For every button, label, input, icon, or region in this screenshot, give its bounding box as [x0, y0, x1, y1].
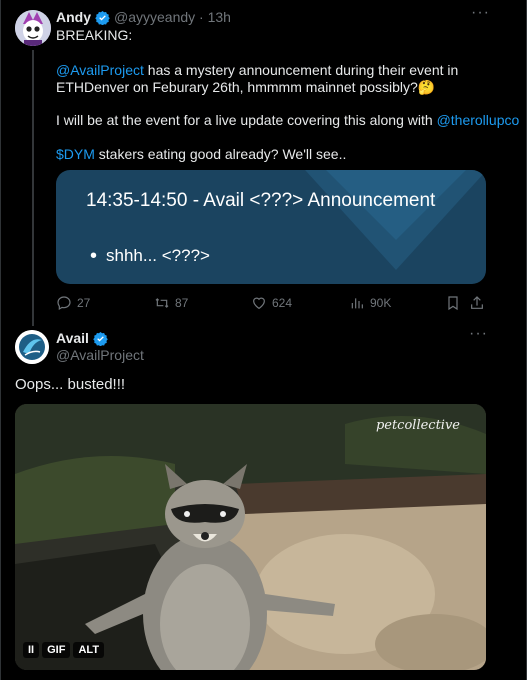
author-handle[interactable]: @AvailProject	[56, 347, 144, 363]
mention-link[interactable]: @therollupco	[437, 112, 520, 128]
thread-line	[32, 50, 34, 326]
cashtag-link[interactable]: $DYM	[56, 146, 95, 162]
more-options-icon[interactable]: ···	[471, 4, 490, 22]
author-name[interactable]: Andy	[56, 9, 91, 25]
tweet-header: Andy @ayyyeandy · 13h	[56, 9, 231, 25]
reply-count: 27	[77, 296, 91, 310]
retweet-icon	[155, 298, 169, 308]
separator-dot: ·	[195, 9, 208, 25]
tweet-text-line: $DYM stakers eating good already? We'll …	[56, 146, 346, 163]
gif-controls: II GIF ALT	[23, 642, 105, 658]
timeline: Andy @ayyyeandy · 13h ··· BREAKING: @Ava…	[0, 0, 527, 680]
decorative-triangle	[305, 170, 486, 270]
gif-badge: GIF	[42, 642, 71, 658]
reply-button[interactable]: 27	[56, 295, 90, 311]
tweet-text-line: BREAKING:	[56, 27, 133, 43]
alt-text-button[interactable]: ALT	[73, 642, 105, 658]
tweet-text-span: ETHDenver on Feburary 26th, hmmmm mainne…	[56, 79, 418, 95]
reply-icon	[57, 296, 71, 311]
tweet-text-line: ETHDenver on Feburary 26th, hmmmm mainne…	[56, 79, 435, 96]
retweet-button[interactable]: 87	[154, 295, 188, 311]
verified-badge-icon	[93, 331, 108, 346]
share-icon	[471, 296, 483, 309]
tweet-text-line: @AvailProject has a mystery announcement…	[56, 62, 458, 79]
bookmark-icon	[448, 296, 458, 311]
image-card[interactable]: 14:35-14:50 - Avail <???> Announcement s…	[56, 170, 486, 284]
card-title: 14:35-14:50 - Avail <???> Announcement	[86, 190, 436, 211]
heart-icon	[253, 297, 265, 310]
share-button[interactable]	[469, 295, 490, 311]
views-icon	[351, 298, 363, 309]
raccoon-gif-image	[15, 404, 486, 670]
more-options-icon[interactable]: ···	[469, 325, 488, 343]
like-button[interactable]: 624	[251, 295, 292, 311]
author-handle[interactable]: @ayyyeandy	[114, 9, 195, 25]
card-bullet: shhh... <???>	[90, 245, 210, 268]
avatar[interactable]	[15, 330, 49, 364]
views-button[interactable]: 90K	[349, 295, 391, 311]
view-count: 90K	[370, 296, 392, 310]
avatar[interactable]	[15, 10, 51, 46]
like-count: 624	[272, 296, 293, 310]
tweet-text-span: I will be at the event for a live update…	[56, 112, 437, 128]
tweet-text-line: I will be at the event for a live update…	[56, 112, 519, 129]
mention-link[interactable]: @AvailProject	[56, 62, 144, 78]
tweet-text-span: stakers eating good already? We'll see..	[94, 146, 347, 162]
watermark-logo: petcollective	[375, 418, 460, 433]
verified-badge-icon	[95, 10, 110, 25]
timestamp[interactable]: 13h	[208, 9, 231, 25]
tweet-text: Oops... busted!!!	[15, 376, 126, 393]
bookmark-button[interactable]	[445, 295, 466, 311]
author-name[interactable]: Avail	[56, 330, 89, 346]
tweet-header: Avail	[56, 330, 112, 346]
pause-button[interactable]: II	[23, 642, 40, 658]
retweet-count: 87	[175, 296, 189, 310]
gif-media[interactable]: petcollective II GIF ALT	[15, 404, 486, 670]
tweet-text-span: has a mystery announcement during their …	[143, 62, 459, 78]
thinking-emoji: 🤔	[417, 79, 436, 95]
